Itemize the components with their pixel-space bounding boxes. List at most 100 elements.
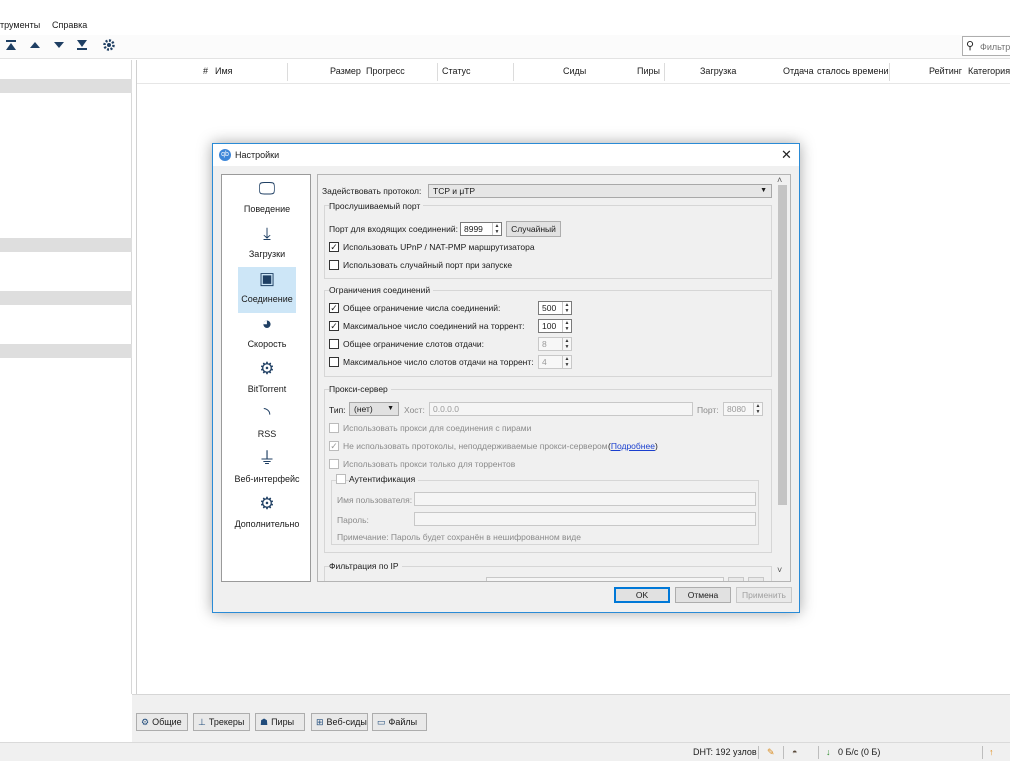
listen-port-title: Прослушиваемый порт [329,201,424,211]
proxy-only-torrents-checkbox[interactable] [329,459,339,469]
column-seeds[interactable]: Сиды [563,66,586,76]
per-torrent-connections-spinbox[interactable]: 100 ▲ ▼ [538,319,572,333]
category-rss[interactable]: ◝ RSS [238,402,296,448]
port-spinbox[interactable]: 8999 ▲ ▼ [460,222,502,236]
username-label: Имя пользователя: [337,495,413,505]
category-downloads[interactable]: ⤓ Загрузки [238,222,296,268]
column-status[interactable]: Статус [442,66,470,76]
qbittorrent-icon: qb [219,149,231,161]
tracker-icon: ⊥ [198,717,206,727]
per-torrent-connections-checkbox[interactable]: ✓ [329,321,339,331]
column-number[interactable]: # [203,66,208,76]
spin-arrows-icon[interactable]: ▲ ▼ [562,338,571,350]
side-panel-section[interactable] [0,344,132,358]
gear-icon[interactable] [101,38,117,54]
spin-arrows-icon[interactable]: ▲ ▼ [753,403,762,415]
protocol-label: Задействовать протокол: [322,186,422,196]
username-input[interactable] [414,492,756,506]
cancel-button[interactable]: Отмена [675,587,731,603]
category-speed[interactable]: ◕ Скорость [238,312,296,358]
settings-scrollbar[interactable]: ˄ ˅ [774,175,790,581]
more-info-link[interactable]: Подробнее [611,441,655,451]
ip-filter-path-input[interactable] [486,577,724,581]
tab-files-label: Файлы [388,717,418,727]
category-list: 🖵 Поведение ⤓ Загрузки ▣ Соединение ◕ Ск… [221,174,311,582]
tab-webseeds[interactable]: ⊞ Веб-сиды [311,713,368,731]
spin-arrows-icon[interactable]: ▲ ▼ [562,302,571,314]
proxy-host-input[interactable]: 0.0.0.0 [429,402,693,416]
scroll-down-icon[interactable]: ˅ [777,565,782,575]
column-eta[interactable]: сталось времени [817,66,889,76]
category-behavior[interactable]: 🖵 Поведение [238,177,296,223]
move-down-icon[interactable] [51,38,67,54]
apply-button[interactable]: Применить [736,587,792,603]
protocol-value: TCP и μTP [433,186,476,196]
proxy-unsupported-checkbox[interactable]: ✓ [329,441,339,451]
per-torrent-upload-slots-label: Максимальное число слотов отдачи на торр… [343,357,534,367]
move-bottom-icon[interactable] [74,38,90,54]
column-category[interactable]: Категория [968,66,1010,76]
connection-status-icon[interactable]: ✎ [767,747,775,758]
global-connections-checkbox[interactable]: ✓ [329,303,339,313]
dialog-titlebar[interactable]: qb Настройки ✕ [213,144,799,166]
password-input[interactable] [414,512,756,526]
menu-tools[interactable]: трументы [0,20,40,30]
spin-arrows-icon[interactable]: ▲ ▼ [492,223,501,235]
column-ratio[interactable]: Рейтинг [929,66,962,76]
global-connections-spinbox[interactable]: 500 ▲ ▼ [538,301,572,315]
tab-webseeds-label: Веб-сиды [326,717,367,727]
ip-filter-browse-button[interactable] [728,577,744,581]
column-peers[interactable]: Пиры [637,66,660,76]
category-bittorrent[interactable]: ⚙ BitTorrent [238,357,296,403]
ip-filter-reload-button[interactable] [748,577,764,581]
random-port-checkbox[interactable] [329,260,339,270]
proxy-port-spinbox[interactable]: 8080 ▲ ▼ [723,402,763,416]
filter-field[interactable]: ⚲ [962,36,1010,56]
menu-help[interactable]: Справка [52,20,87,30]
category-label: Соединение [241,294,293,304]
category-advanced[interactable]: ⚙ Дополнительно [235,492,300,538]
random-port-button[interactable]: Случайный [506,221,561,237]
proxy-type-select[interactable]: (нет) ▼ [349,402,399,416]
column-download[interactable]: Загрузка [700,66,736,76]
speed-limit-icon[interactable]: ◓ [792,747,797,757]
column-name[interactable]: Имя [215,66,233,76]
side-panel-section[interactable] [0,238,132,252]
column-progress[interactable]: Прогресс [366,66,405,76]
spin-arrows-icon[interactable]: ▲ ▼ [562,320,571,332]
side-panel-section[interactable] [0,79,132,93]
close-icon[interactable]: ✕ [781,147,792,163]
column-size[interactable]: Размер [330,66,361,76]
per-torrent-upload-slots-checkbox[interactable] [329,357,339,367]
column-upload[interactable]: Отдача [783,66,814,76]
move-top-icon[interactable] [3,38,19,54]
global-connections-label: Общее ограничение числа соединений: [343,303,501,313]
scroll-up-icon[interactable]: ˄ [777,175,782,185]
scrollbar-thumb[interactable] [778,185,787,505]
category-webui[interactable]: ⏚ Веб-интерфейс [234,447,299,493]
password-label: Пароль: [337,515,369,525]
move-up-icon[interactable] [27,38,43,54]
auth-checkbox[interactable] [336,474,346,484]
upnp-checkbox[interactable]: ✓ [329,242,339,252]
download-icon: ⤓ [263,224,271,243]
category-connection[interactable]: ▣ Соединение [238,267,296,313]
tab-peers[interactable]: ☗ Пиры [255,713,305,731]
tab-files[interactable]: ▭ Файлы [372,713,427,731]
ok-button[interactable]: OK [614,587,670,603]
filter-input[interactable] [980,40,1010,53]
tab-trackers[interactable]: ⊥ Трекеры [193,713,250,731]
chevron-down-icon: ▼ [760,187,767,194]
spin-arrows-icon[interactable]: ▲ ▼ [562,356,571,368]
per-torrent-upload-slots-spinbox[interactable]: 4 ▲ ▼ [538,355,572,369]
speedometer-icon: ◕ [261,314,273,333]
download-speed[interactable]: 0 Б/с (0 Б) [838,747,880,757]
category-label: BitTorrent [247,384,287,394]
proxy-for-peers-checkbox[interactable] [329,423,339,433]
global-upload-slots-value: 8 [542,339,547,349]
global-upload-slots-checkbox[interactable] [329,339,339,349]
tab-general[interactable]: ⚙ Общие [136,713,188,731]
side-panel-section[interactable] [0,291,132,305]
global-upload-slots-spinbox[interactable]: 8 ▲ ▼ [538,337,572,351]
protocol-select[interactable]: TCP и μTP ▼ [428,184,772,198]
